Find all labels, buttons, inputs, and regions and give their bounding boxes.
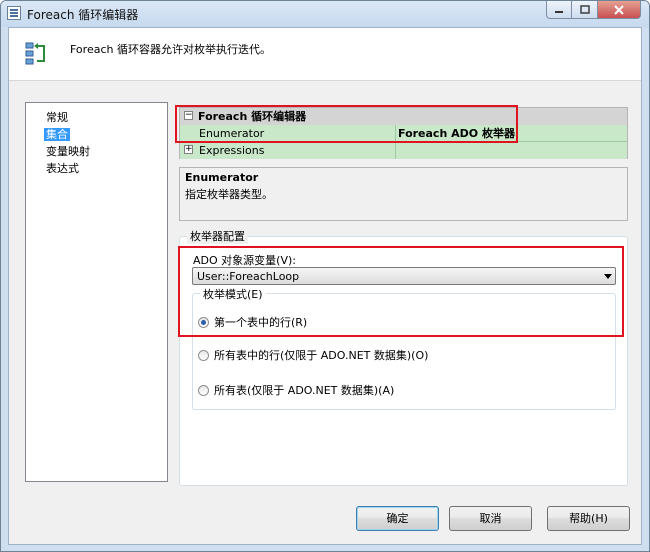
ado-source-value: User::ForeachLoop (197, 270, 300, 283)
grid-row-divider (180, 141, 627, 142)
minimize-button[interactable] (546, 1, 572, 19)
property-category-row[interactable]: − Foreach 循环编辑器 (180, 108, 627, 125)
property-name: Expressions (199, 144, 265, 157)
nav-item-general[interactable]: 常规 (26, 109, 167, 126)
category-label: Foreach 循环编辑器 (198, 110, 307, 123)
property-row-expressions[interactable]: + Expressions (180, 142, 627, 159)
close-button[interactable] (598, 1, 641, 19)
radio-selected-icon (198, 316, 209, 328)
radio-label: 所有表中的行(仅限于 ADO.NET 数据集)(O) (214, 349, 429, 362)
radio-unselected-icon (198, 384, 209, 396)
help-description: 指定枚举器类型。 (185, 188, 273, 201)
dialog-client-area: Foreach 循环容器允许对枚举执行迭代。 常规 集合 变量映射 表达式 − … (8, 27, 642, 545)
minimize-icon (555, 10, 563, 13)
radio-rows-first-table[interactable]: 第一个表中的行(R) (198, 315, 307, 329)
foreach-container-icon (25, 42, 45, 65)
close-icon (614, 4, 624, 15)
nav-item-label: 表达式 (46, 162, 79, 175)
radio-label: 第一个表中的行(R) (214, 316, 308, 329)
window-title: Foreach 循环编辑器 (27, 8, 139, 22)
enumeration-mode-legend: 枚举模式(E) (200, 286, 266, 302)
ado-source-label: ADO 对象源变量(V): (193, 254, 296, 267)
page-nav-list[interactable]: 常规 集合 变量映射 表达式 (25, 102, 168, 482)
nav-item-variable-mappings[interactable]: 变量映射 (26, 143, 167, 160)
window-controls (546, 1, 641, 20)
ok-button[interactable]: 确定 (356, 506, 439, 531)
maximize-icon (579, 5, 590, 14)
nav-item-label: 变量映射 (46, 145, 90, 158)
chevron-down-icon[interactable] (604, 274, 612, 279)
help-title: Enumerator (185, 171, 259, 184)
grid-column-divider (395, 125, 396, 159)
property-grid: − Foreach 循环编辑器 Enumerator Foreach ADO 枚… (179, 107, 628, 159)
nav-item-label: 常规 (46, 111, 68, 124)
radio-rows-all-tables[interactable]: 所有表中的行(仅限于 ADO.NET 数据集)(O) (198, 348, 428, 362)
cancel-button[interactable]: 取消 (449, 506, 532, 531)
title-bar[interactable]: Foreach 循环编辑器 (1, 1, 649, 27)
enumerator-config-legend: 枚举器配置 (187, 228, 248, 244)
maximize-button[interactable] (572, 1, 598, 19)
header-description: Foreach 循环容器允许对枚举执行迭代。 (70, 43, 271, 56)
header-band: Foreach 循环容器允许对枚举执行迭代。 (9, 28, 641, 81)
expand-icon[interactable]: + (184, 145, 193, 154)
ado-source-dropdown[interactable]: User::ForeachLoop (192, 267, 616, 285)
help-button[interactable]: 帮助(H) (547, 506, 630, 531)
radio-all-tables[interactable]: 所有表(仅限于 ADO.NET 数据集)(A) (198, 383, 394, 397)
property-help-panel: Enumerator 指定枚举器类型。 (179, 167, 628, 221)
property-value[interactable]: Foreach ADO 枚举器 (398, 125, 515, 142)
property-row-enumerator[interactable]: Enumerator Foreach ADO 枚举器 (180, 125, 627, 142)
property-name: Enumerator (199, 127, 265, 140)
nav-item-collection[interactable]: 集合 (26, 126, 167, 143)
nav-item-expressions[interactable]: 表达式 (26, 160, 167, 177)
radio-label: 所有表(仅限于 ADO.NET 数据集)(A) (214, 384, 395, 397)
nav-item-label: 集合 (44, 128, 70, 141)
collapse-icon[interactable]: − (184, 111, 193, 120)
radio-unselected-icon (198, 349, 209, 361)
window-app-icon (7, 6, 21, 20)
dialog-window: Foreach 循环编辑器 Foreach 循环容器允许对枚举执行迭代。 常规 … (0, 0, 650, 552)
